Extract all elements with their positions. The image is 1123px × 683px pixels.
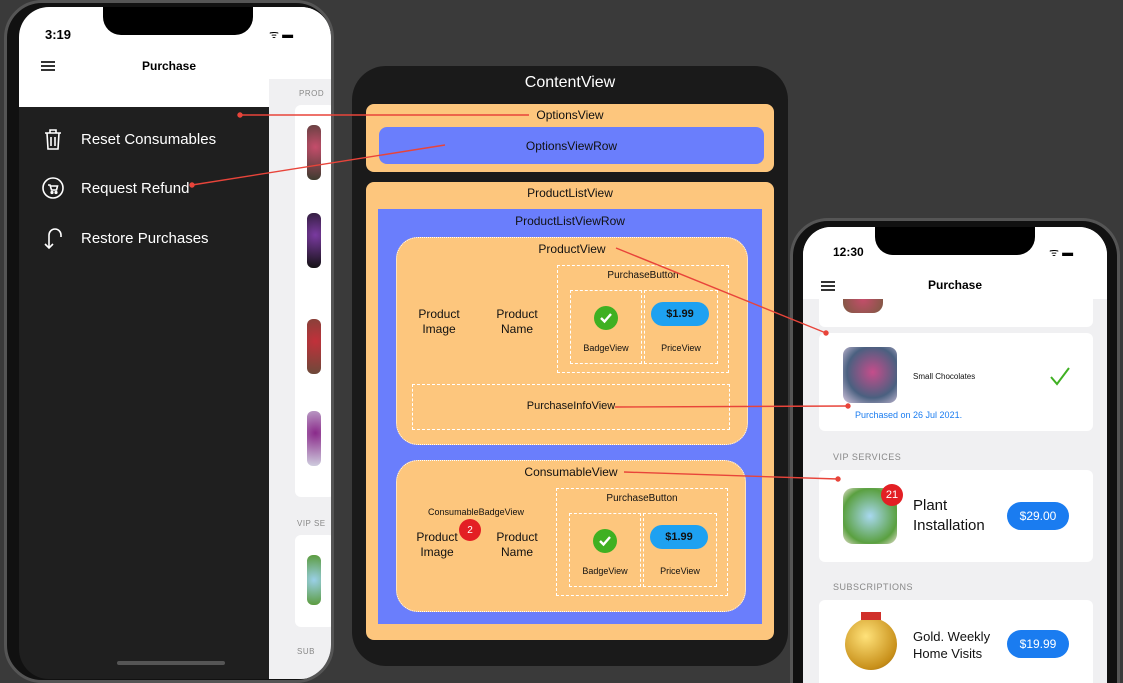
connector-layer — [189, 112, 851, 482]
connector-dot — [823, 330, 829, 336]
connector-consumable-view — [623, 471, 839, 480]
connector-product-view — [615, 247, 827, 334]
connector-options-view-row — [191, 144, 446, 186]
connector-purchase-info-view — [614, 405, 849, 408]
connector-dot — [237, 112, 243, 118]
connector-dot — [835, 476, 841, 482]
connector-dot — [845, 403, 851, 409]
connector-dot — [189, 182, 195, 188]
